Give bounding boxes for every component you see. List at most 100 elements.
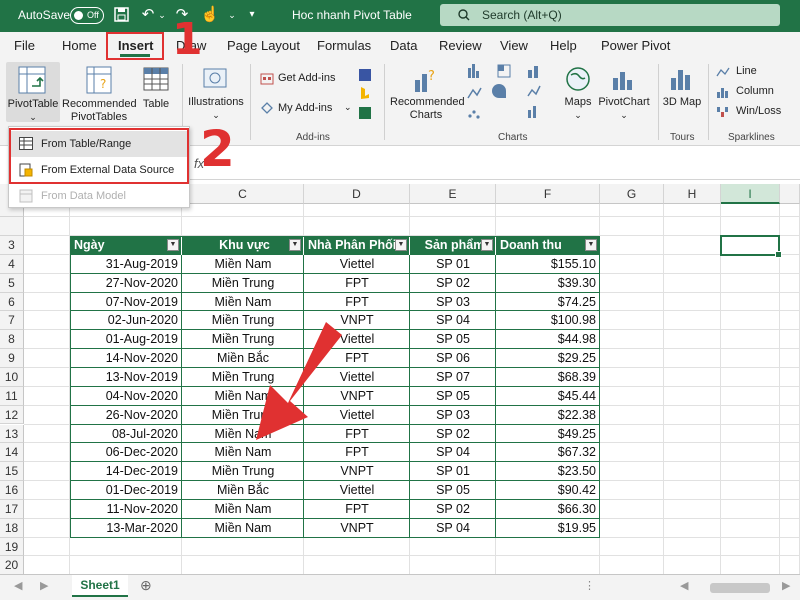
- customize-qat-icon[interactable]: ▾: [242, 9, 262, 20]
- sheet-tab-bar: ◀ ▶ Sheet1 ⊕ ⋮ ◀ ▶: [0, 574, 800, 600]
- row-header[interactable]: 16: [0, 481, 24, 500]
- 3d-map-button[interactable]: 3D Map: [662, 62, 702, 124]
- get-addins-button[interactable]: Get Add-ins: [258, 70, 358, 88]
- row-header[interactable]: 17: [0, 499, 24, 519]
- illustrations-button[interactable]: Illustrations ⌄: [186, 62, 246, 122]
- maps-button[interactable]: Maps ⌄: [560, 62, 596, 122]
- annotation-step-1: 1: [172, 14, 203, 65]
- winloss-sparkline-icon: [717, 107, 728, 117]
- scroll-left-icon[interactable]: ◀: [680, 579, 688, 592]
- column-header-h[interactable]: H: [664, 184, 721, 204]
- bing-icon[interactable]: [358, 86, 372, 100]
- scroll-right-icon[interactable]: ▶: [782, 579, 790, 592]
- selected-cell[interactable]: [720, 235, 782, 258]
- chevron-down-icon: ⌄: [344, 102, 352, 112]
- autosave-toggle[interactable]: Off: [70, 7, 104, 24]
- row-header[interactable]: 12: [0, 405, 24, 425]
- row-header[interactable]: 18: [0, 518, 24, 538]
- row-header[interactable]: 20: [0, 556, 24, 576]
- globe-icon: [566, 67, 590, 91]
- line-sparkline-icon: [716, 67, 730, 77]
- search-box[interactable]: Search (Alt+Q): [440, 4, 780, 26]
- tab-file[interactable]: File: [14, 38, 35, 53]
- sparkline-winloss-button[interactable]: Win/Loss: [716, 104, 796, 120]
- pivottable-icon: [18, 66, 46, 94]
- tab-help[interactable]: Help: [550, 38, 577, 53]
- tab-power-pivot[interactable]: Power Pivot: [601, 38, 670, 53]
- row-header[interactable]: 8: [0, 330, 24, 350]
- ribbon-separator: [384, 64, 385, 140]
- row-header[interactable]: [0, 217, 24, 236]
- annotation-box-insert-tab: [106, 32, 164, 60]
- svg-text:?: ?: [428, 69, 435, 84]
- sheet-tab-sheet1[interactable]: Sheet1: [72, 575, 128, 597]
- tab-formulas[interactable]: Formulas: [317, 38, 371, 53]
- more-options-icon[interactable]: ⋮: [584, 579, 595, 592]
- row-header[interactable]: 6: [0, 292, 24, 312]
- menu-from-data-model: From Data Model: [9, 183, 189, 209]
- tab-home[interactable]: Home: [62, 38, 97, 53]
- column-header[interactable]: [780, 184, 800, 204]
- ribbon-separator: [708, 64, 709, 140]
- touch-mode-icon[interactable]: ☝: [200, 5, 220, 23]
- column-header-i[interactable]: I: [721, 184, 780, 204]
- undo-dropdown-icon[interactable]: ⌄: [152, 10, 172, 21]
- row-header[interactable]: 19: [0, 537, 24, 557]
- column-header-f[interactable]: F: [496, 184, 600, 204]
- row-header[interactable]: 4: [0, 254, 24, 274]
- get-addins-label: Get Add-ins: [278, 72, 336, 84]
- line-label: Line: [736, 65, 757, 77]
- tab-page-layout[interactable]: Page Layout: [227, 38, 300, 53]
- chart-type-gallery[interactable]: [466, 62, 556, 122]
- prev-sheet-icon[interactable]: ◀: [14, 579, 22, 592]
- touch-dropdown-icon[interactable]: ⌄: [222, 10, 242, 21]
- row-header[interactable]: 5: [0, 273, 24, 293]
- gridline: [24, 555, 800, 557]
- chevron-down-icon: ⌄: [574, 110, 582, 120]
- tab-review[interactable]: Review: [439, 38, 482, 53]
- ribbon-separator: [250, 64, 251, 140]
- row-header[interactable]: 3: [0, 236, 24, 255]
- worksheet-grid[interactable]: C D E F G H I 3 4 5 6 7 8 9 10 11 12 13 14 15 16 17 18 1…: [0, 184, 800, 595]
- sparkline-line-button[interactable]: Line: [716, 64, 796, 80]
- 3d-map-icon: [671, 70, 690, 90]
- row-header[interactable]: 7: [0, 311, 24, 331]
- table-column-border: [181, 254, 182, 538]
- ribbon-separator: [658, 64, 659, 140]
- scrollbar-thumb[interactable]: [710, 583, 770, 593]
- my-addins-button[interactable]: My Add-ins ⌄: [258, 100, 358, 118]
- row-header[interactable]: 11: [0, 386, 24, 406]
- 3d-map-label: 3D Map: [662, 96, 702, 108]
- add-sheet-icon[interactable]: ⊕: [140, 577, 152, 594]
- row-header[interactable]: 15: [0, 462, 24, 482]
- table-row-border: [70, 310, 600, 312]
- recommended-pivottables-button[interactable]: ? Recommended PivotTables: [62, 62, 137, 124]
- row-header[interactable]: 10: [0, 367, 24, 387]
- column-label: Column: [736, 85, 774, 97]
- table-icon: [143, 67, 169, 91]
- tab-data[interactable]: Data: [390, 38, 417, 53]
- data-model-icon: [19, 189, 33, 203]
- column-header-g[interactable]: G: [600, 184, 664, 204]
- column-header-c[interactable]: C: [182, 184, 304, 204]
- sparkline-column-button[interactable]: Column: [716, 84, 796, 100]
- recommended-charts-button[interactable]: ? Recommended Charts: [390, 62, 465, 124]
- column-header-e[interactable]: E: [410, 184, 496, 204]
- table-button[interactable]: Table: [138, 62, 174, 122]
- visio-icon[interactable]: [358, 68, 372, 82]
- annotation-arrow: [256, 322, 342, 440]
- column-header-d[interactable]: D: [304, 184, 410, 204]
- row-header[interactable]: 13: [0, 424, 24, 444]
- table-column-border: [409, 254, 410, 538]
- next-sheet-icon[interactable]: ▶: [40, 579, 48, 592]
- chevron-down-icon: ⌄: [29, 112, 37, 122]
- horizontal-scrollbar[interactable]: ◀ ▶: [600, 580, 790, 593]
- addins-icon: [261, 102, 273, 114]
- row-header[interactable]: 9: [0, 349, 24, 368]
- row-header[interactable]: 14: [0, 443, 24, 463]
- formula-bar[interactable]: fx: [190, 150, 800, 180]
- pivotchart-button[interactable]: PivotChart ⌄: [596, 62, 652, 122]
- tab-view[interactable]: View: [500, 38, 528, 53]
- pivottable-button[interactable]: PivotTable ⌄: [6, 62, 60, 122]
- people-graph-icon[interactable]: [358, 106, 372, 120]
